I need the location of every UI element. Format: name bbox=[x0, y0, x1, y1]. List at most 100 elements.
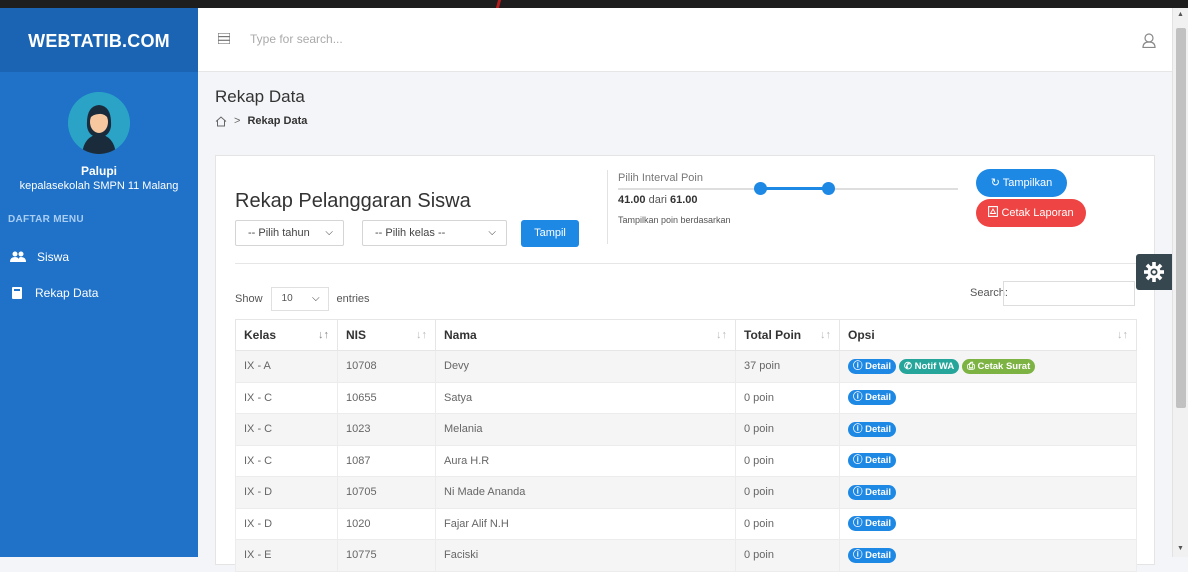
user-name: Palupi bbox=[80, 164, 117, 178]
search-input[interactable]: Type for search... bbox=[250, 32, 343, 46]
scrollbar-thumb[interactable] bbox=[1176, 28, 1186, 408]
detail-button[interactable]: ⓘ Detail bbox=[848, 516, 897, 532]
cell-total-poin: 0 poin bbox=[735, 476, 840, 509]
menu-heading: DAFTAR MENU bbox=[8, 214, 84, 225]
user-icon[interactable] bbox=[1142, 33, 1156, 48]
table-search-input[interactable] bbox=[1003, 281, 1135, 306]
info-icon: ⓘ bbox=[853, 423, 866, 435]
table-body: IX - A 10708 Devy 37 poin ⓘ Detail ✆ Notif WA… bbox=[235, 350, 1137, 572]
page-length-value: 10 bbox=[281, 293, 293, 304]
cell-nis: 1087 bbox=[337, 444, 436, 477]
cell-total-poin: 0 poin bbox=[735, 381, 840, 414]
table-row: IX - A 10708 Devy 37 poin ⓘ Detail ✆ Notif WA… bbox=[235, 350, 1137, 383]
column-label: Total Poin bbox=[744, 328, 802, 342]
detail-button[interactable]: ⓘ Detail bbox=[848, 547, 897, 563]
interval-hint: Tampilkan poin berdasarkan bbox=[618, 215, 731, 225]
page-title: Rekap Data bbox=[215, 87, 305, 106]
avatar[interactable] bbox=[68, 92, 130, 154]
info-icon: ⓘ bbox=[853, 486, 866, 498]
column-kelas[interactable]: Kelas ↓↑ bbox=[235, 319, 338, 351]
column-label: Opsi bbox=[848, 328, 875, 342]
show-label: Show bbox=[235, 293, 263, 305]
info-icon: ⓘ bbox=[853, 360, 866, 372]
info-icon: ⓘ bbox=[853, 549, 866, 561]
sidebar-item-label: Rekap Data bbox=[35, 286, 99, 300]
notif-wa-button-label: Notif WA bbox=[914, 360, 955, 372]
cetak-laporan-label: Cetak Laporan bbox=[1001, 207, 1074, 219]
sort-icon: ↓↑ bbox=[416, 329, 427, 341]
chevron-down-icon: ⌵ bbox=[325, 227, 333, 238]
column-opsi[interactable]: Opsi ↓↑ bbox=[839, 319, 1137, 351]
detail-button-label: Detail bbox=[865, 423, 892, 435]
cell-nis: 10705 bbox=[337, 476, 436, 509]
info-icon: ⓘ bbox=[853, 518, 866, 530]
tampil-button[interactable]: Tampil bbox=[521, 220, 579, 247]
tampilkan-button[interactable]: ↻ Tampilkan bbox=[976, 169, 1067, 197]
cell-opsi: ⓘ Detail bbox=[839, 539, 1137, 572]
cell-nama: Devy bbox=[435, 350, 736, 383]
sort-asc-icon: ↓↑ bbox=[318, 329, 329, 341]
cell-total-poin: 0 poin bbox=[735, 539, 840, 572]
detail-button[interactable]: ⓘ Detail bbox=[848, 453, 897, 469]
column-nis[interactable]: NIS ↓↑ bbox=[337, 319, 436, 351]
cell-nama: Ni Made Ananda bbox=[435, 476, 736, 509]
user-role: kepalasekolah SMPN 11 Malang bbox=[19, 180, 179, 192]
printer-icon: ⎙ bbox=[967, 360, 978, 372]
detail-button-label: Detail bbox=[865, 518, 892, 530]
table-row: IX - E 10775 Faciski 0 poin ⓘ Detail bbox=[235, 539, 1137, 572]
cell-opsi: ⓘ Detail ✆ Notif WA ⎙ Cetak Surat bbox=[839, 350, 1137, 383]
column-nama[interactable]: Nama ↓↑ bbox=[435, 319, 736, 351]
sidebar: WEBTATIB.COM Palupi kepalasekolah SMPN 1… bbox=[0, 8, 198, 557]
slider-min-handle[interactable] bbox=[754, 182, 767, 195]
column-total-poin[interactable]: Total Poin ↓↑ bbox=[735, 319, 840, 351]
detail-button-label: Detail bbox=[865, 455, 892, 467]
cell-opsi: ⓘ Detail bbox=[839, 444, 1137, 477]
book-icon bbox=[12, 287, 22, 299]
info-icon: ⓘ bbox=[853, 455, 866, 467]
sidebar-item-siswa[interactable]: Siswa bbox=[0, 239, 198, 275]
detail-button[interactable]: ⓘ Detail bbox=[848, 421, 897, 437]
cell-kelas: IX - C bbox=[235, 444, 338, 477]
sort-icon: ↓↑ bbox=[1117, 329, 1128, 341]
notif-wa-button[interactable]: ✆ Notif WA bbox=[899, 358, 960, 374]
interval-max-value: 61.00 bbox=[670, 194, 698, 206]
table-row: IX - C 10655 Satya 0 poin ⓘ Detail bbox=[235, 381, 1137, 414]
cell-nama: Faciski bbox=[435, 539, 736, 572]
browser-top-strip bbox=[0, 0, 1188, 8]
detail-button[interactable]: ⓘ Detail bbox=[848, 484, 897, 500]
cetak-laporan-button[interactable]: Cetak Laporan bbox=[976, 199, 1086, 227]
home-icon[interactable] bbox=[215, 115, 227, 127]
sort-icon: ↓↑ bbox=[820, 329, 831, 341]
year-select[interactable]: -- Pilih tahun ⌵ bbox=[235, 220, 344, 246]
breadcrumb: > Rekap Data bbox=[215, 115, 307, 127]
cetak-surat-button[interactable]: ⎙ Cetak Surat bbox=[962, 358, 1036, 374]
sidebar-item-label: Siswa bbox=[37, 250, 70, 264]
column-label: NIS bbox=[346, 328, 367, 342]
scroll-down-icon[interactable]: ▼ bbox=[1177, 545, 1184, 552]
page-scrollbar[interactable]: ▲ ▼ bbox=[1172, 8, 1188, 557]
cell-opsi: ⓘ Detail bbox=[839, 413, 1137, 446]
detail-button-label: Detail bbox=[865, 549, 892, 561]
cell-total-poin: 0 poin bbox=[735, 444, 840, 477]
detail-button[interactable]: ⓘ Detail bbox=[848, 358, 897, 374]
settings-toggle[interactable] bbox=[1136, 254, 1172, 290]
hamburger-icon[interactable] bbox=[218, 33, 230, 44]
tampilkan-label: Tampilkan bbox=[1002, 177, 1053, 189]
card-heading: Rekap Pelanggaran Siswa bbox=[235, 190, 471, 212]
cell-kelas: IX - D bbox=[235, 507, 338, 540]
page-length-select[interactable]: 10 ⌵ bbox=[270, 287, 329, 311]
table-row: IX - D 1020 Fajar Alif N.H 0 poin ⓘ Detail bbox=[235, 507, 1137, 540]
cell-kelas: IX - C bbox=[235, 413, 338, 446]
brand-logo[interactable]: WEBTATIB.COM bbox=[0, 8, 198, 72]
sidebar-item-rekap-data[interactable]: Rekap Data bbox=[0, 275, 198, 311]
slider-max-handle[interactable] bbox=[822, 182, 835, 195]
user-avatar-icon bbox=[68, 92, 130, 154]
class-select[interactable]: -- Pilih kelas -- ⌵ bbox=[362, 220, 507, 246]
detail-button[interactable]: ⓘ Detail bbox=[848, 390, 897, 406]
scroll-up-icon[interactable]: ▲ bbox=[1177, 11, 1184, 18]
cell-nama: Melania bbox=[435, 413, 736, 446]
detail-button-label: Detail bbox=[865, 392, 892, 404]
top-navbar: Type for search... bbox=[198, 8, 1172, 72]
info-icon: ⓘ bbox=[853, 392, 866, 404]
gear-icon bbox=[1144, 262, 1164, 282]
